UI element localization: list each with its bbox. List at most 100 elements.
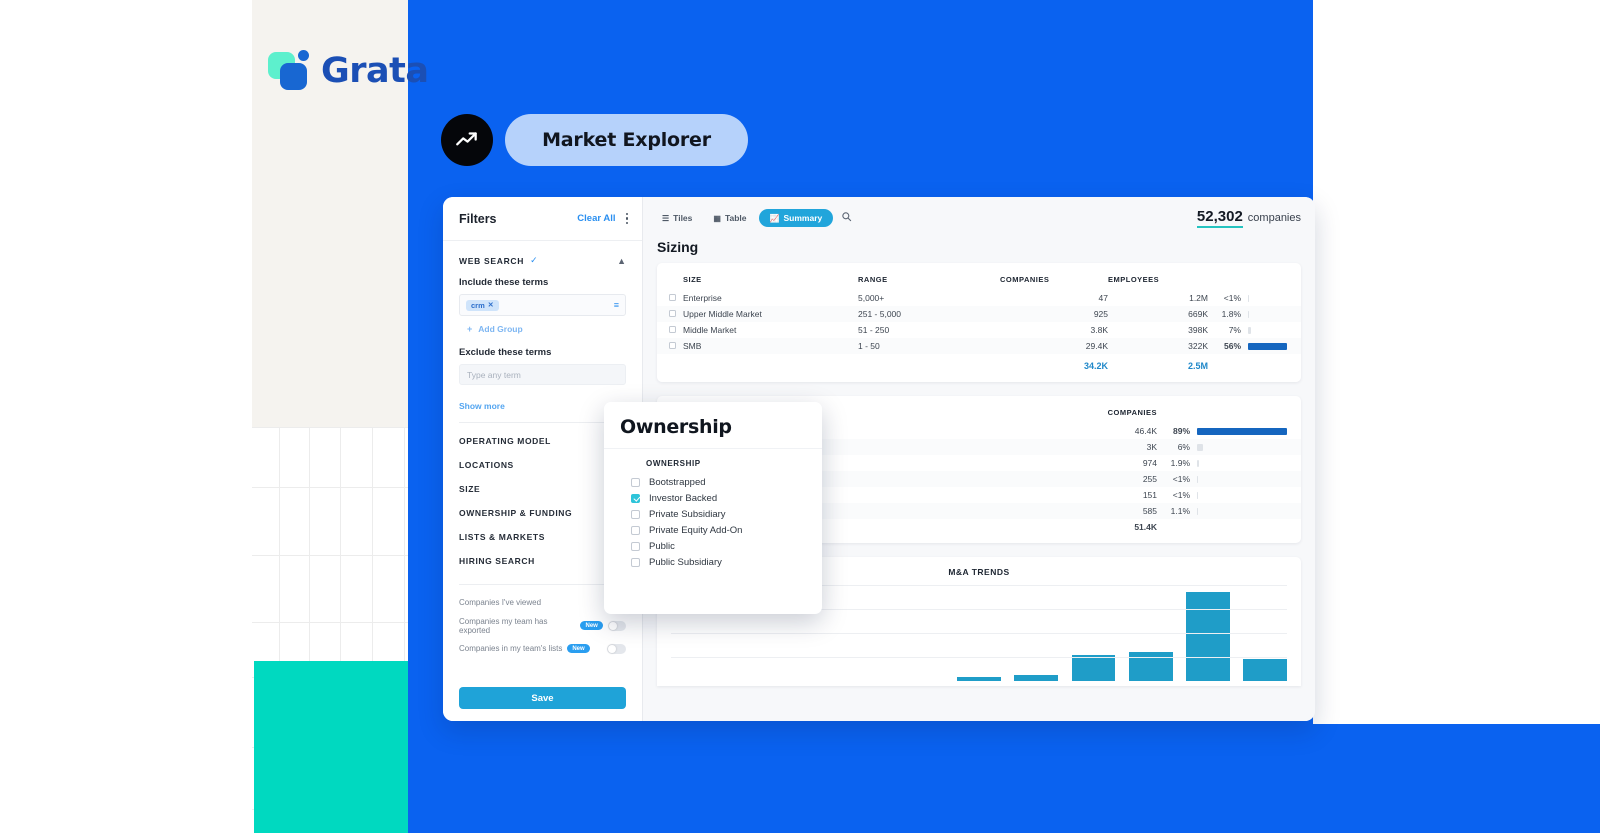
cell-percent: 1.8% <box>1208 306 1248 322</box>
bar-fill <box>1197 475 1198 483</box>
clear-all-button[interactable]: Clear All <box>577 213 615 224</box>
background-teal-block <box>254 661 408 833</box>
cell-employees: 398K <box>1188 325 1208 335</box>
cell-bar <box>1197 439 1301 455</box>
ownership-option-label: Public <box>649 540 675 552</box>
chart-bar[interactable] <box>1243 659 1288 681</box>
ownership-option[interactable]: Private Subsidiary <box>604 506 822 522</box>
row-checkbox[interactable] <box>669 294 676 301</box>
tiles-icon: ☰ <box>662 213 670 223</box>
ownership-option[interactable]: Private Equity Add-On <box>604 522 822 538</box>
bar-track <box>1197 491 1287 499</box>
cell-percent: 1.9% <box>1170 458 1190 468</box>
sizing-panel: SIZE RANGE COMPANIES EMPLOYEES Enterpris… <box>657 263 1301 382</box>
bar-track <box>1197 507 1287 515</box>
ownership-option[interactable]: Public Subsidiary <box>604 554 822 570</box>
checkbox-icon[interactable] <box>631 477 640 487</box>
cell-employees: 669K <box>1108 306 1208 322</box>
cell-size: SMB <box>683 338 858 354</box>
background-right-white <box>1313 0 1600 833</box>
filter-section-locations[interactable]: LOCATIONS <box>459 453 626 477</box>
cell-size: Middle Market <box>683 325 737 335</box>
ownership-option[interactable]: Public <box>604 538 822 554</box>
filter-toggle-row: Companies my team has exported New <box>459 614 626 637</box>
filter-section-hiring-search[interactable]: HIRING SEARCH <box>459 549 626 573</box>
bar-fill <box>1248 310 1249 318</box>
sizing-table-row[interactable]: Enterprise 5,000+ 47 1.2M <1% <box>657 290 1301 306</box>
sizing-table-row[interactable]: Middle Market 51 - 250 3.8K 398K 7% <box>657 322 1301 338</box>
chart-bar[interactable] <box>957 677 1001 681</box>
market-explorer-pill[interactable]: Market Explorer <box>505 114 748 166</box>
save-button[interactable]: Save <box>459 687 626 709</box>
col-companies: COMPANIES <box>1000 275 1050 284</box>
cell-bar <box>1197 471 1301 487</box>
filters-divider-2 <box>459 584 626 585</box>
filter-toggle-switch[interactable] <box>607 620 626 631</box>
view-tab-label: Tiles <box>673 213 693 223</box>
summary-chart-icon: 📈 <box>769 213 780 223</box>
cell-bar <box>1197 423 1301 439</box>
view-tab-summary[interactable]: 📈 Summary <box>758 209 834 227</box>
company-count: 52,302 companies <box>1196 208 1301 228</box>
web-search-header[interactable]: WEB SEARCH ✓ ▲ <box>459 255 626 266</box>
filter-section-operating-model[interactable]: OPERATING MODEL <box>459 429 626 453</box>
cell-employees: 1.2M <box>1189 293 1208 303</box>
total-companies: 34.2K <box>1083 361 1108 371</box>
filters-divider <box>459 422 626 423</box>
view-tab-label: Summary <box>783 213 823 223</box>
chart-bar[interactable] <box>1186 592 1230 681</box>
sizing-table-header: SIZE RANGE COMPANIES EMPLOYEES <box>657 270 1301 290</box>
cell-size: Enterprise <box>683 293 722 303</box>
chart-bar[interactable] <box>1014 675 1059 681</box>
app-screenshot-card: Filters Clear All WEB SEARCH ✓ ▲ Include… <box>443 197 1315 721</box>
sizing-table-row[interactable]: SMB 1 - 50 29.4K 322K 56% <box>657 338 1301 354</box>
checkbox-icon[interactable] <box>631 557 640 567</box>
sizing-total-row: 34.2K 2.5M <box>657 354 1301 374</box>
exclude-terms-input[interactable]: Type any term <box>459 364 626 385</box>
search-icon[interactable] <box>841 211 852 225</box>
bar-track <box>1248 294 1287 302</box>
cell-bar <box>1248 322 1301 338</box>
cell-companies: 3K <box>1049 439 1157 455</box>
view-tab-table[interactable]: ▦ Table <box>704 209 755 227</box>
term-chip[interactable]: crm ✕ <box>466 299 499 311</box>
filter-section-lists-markets[interactable]: LISTS & MARKETS <box>459 525 626 549</box>
col-companies-2: COMPANIES <box>1107 408 1157 417</box>
add-group-button[interactable]: + Add Group <box>459 324 626 334</box>
show-more-button[interactable]: Show more <box>459 401 626 411</box>
cell-companies: 151 <box>1142 490 1157 500</box>
cell-percent: 6% <box>1157 439 1197 455</box>
ownership-option[interactable]: Investor Backed <box>604 490 822 506</box>
sizing-table-row[interactable]: Upper Middle Market 251 - 5,000 925 669K 1.8… <box>657 306 1301 322</box>
filter-toggle-row: Companies in my team's lists New <box>459 637 626 660</box>
filter-section-size[interactable]: SIZE <box>459 477 626 501</box>
bar-fill <box>1197 427 1287 435</box>
filter-toggle-label: Companies my team has exported <box>459 616 548 635</box>
cell <box>657 322 683 338</box>
checkbox-icon[interactable] <box>631 509 640 519</box>
view-tab-tiles[interactable]: ☰ Tiles <box>653 209 701 227</box>
cell-range: 251 - 5,000 <box>858 306 1000 322</box>
filter-toggle-switch[interactable] <box>607 643 626 654</box>
cell-size: Upper Middle Market <box>683 306 858 322</box>
row-checkbox[interactable] <box>669 310 676 317</box>
close-icon[interactable]: ✕ <box>488 301 494 309</box>
filter-section-ownership-funding[interactable]: OWNERSHIP & FUNDING <box>459 501 626 525</box>
row-checkbox[interactable] <box>669 326 676 333</box>
web-search-section: WEB SEARCH ✓ ▲ Include these terms crm ✕… <box>443 241 642 411</box>
row-checkbox[interactable] <box>669 342 676 349</box>
include-terms-input[interactable]: crm ✕ ≡ <box>459 294 626 316</box>
chart-gridline <box>671 657 1287 658</box>
bar-fill <box>1197 443 1204 451</box>
ownership-option[interactable]: Bootstrapped <box>604 474 822 490</box>
chevron-up-icon[interactable]: ▲ <box>617 256 626 266</box>
cell-companies: 255 <box>1049 471 1157 487</box>
checkbox-icon[interactable] <box>631 525 640 535</box>
bar-fill <box>1197 507 1199 515</box>
more-vertical-icon[interactable] <box>625 212 628 225</box>
checkbox-icon[interactable] <box>631 541 640 551</box>
cell-range: 51 - 250 <box>858 325 890 335</box>
filter-icon[interactable]: ≡ <box>614 300 619 310</box>
checkbox-checked-icon[interactable] <box>631 493 640 503</box>
chart-bar[interactable] <box>1071 654 1116 681</box>
